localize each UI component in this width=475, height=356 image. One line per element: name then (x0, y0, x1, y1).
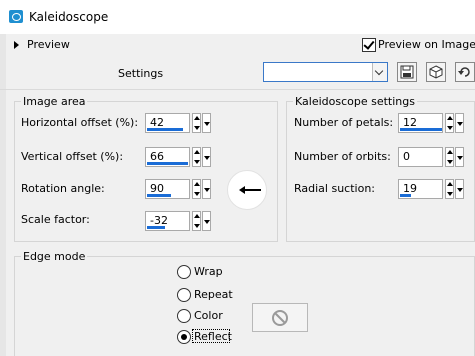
number-of-orbits-stepper[interactable] (445, 147, 454, 167)
image-area-title: Image area (21, 95, 88, 108)
cube-icon (429, 65, 443, 79)
kaleidoscope-settings-title: Kaleidoscope settings (293, 95, 417, 108)
radial-suction-label: Radial suction: (294, 182, 376, 195)
vertical-offset-dropdown[interactable] (202, 147, 211, 167)
reset-arrow-icon (458, 67, 470, 77)
horizontal-offset-label: Horizontal offset (%): (21, 116, 139, 129)
radio-wrap[interactable] (177, 265, 191, 279)
radial-suction-level (400, 194, 411, 197)
rotation-angle-stepper[interactable] (192, 179, 201, 199)
scale-factor-stepper[interactable] (192, 211, 201, 231)
scale-factor-level (147, 226, 165, 229)
save-preset-button[interactable] (397, 62, 417, 82)
edge-color-swatch (252, 303, 308, 332)
radio-color-label[interactable]: Color (194, 309, 223, 322)
preview-label: Preview (27, 38, 70, 51)
radial-suction-dropdown[interactable] (455, 179, 464, 199)
number-of-petals-label: Number of petals: (294, 116, 394, 129)
number-of-petals-level (400, 128, 442, 131)
scale-factor-label: Scale factor: (21, 213, 90, 226)
number-of-orbits-dropdown[interactable] (455, 147, 464, 167)
rotation-angle-dial[interactable] (227, 170, 267, 210)
kaleidoscope-app-icon (9, 10, 23, 23)
left-edge (0, 34, 6, 356)
number-of-orbits-input[interactable]: 0 (398, 147, 443, 167)
horizontal-offset-input[interactable]: 42 (145, 113, 190, 133)
settings-label: Settings (118, 67, 164, 80)
edge-mode-group: Edge mode (14, 250, 475, 356)
vertical-offset-spin[interactable]: 66 (145, 147, 213, 167)
radio-color[interactable] (177, 309, 191, 323)
vertical-offset-level (147, 162, 188, 165)
title-bar: Kaleidoscope (0, 0, 475, 34)
number-of-petals-dropdown[interactable] (455, 113, 464, 133)
radial-suction-spin[interactable]: 19 (398, 179, 466, 199)
rotation-angle-input[interactable]: 90 (145, 179, 190, 199)
no-sign-icon (272, 310, 288, 326)
preset-button[interactable] (426, 62, 446, 82)
radio-reflect[interactable] (177, 330, 191, 344)
scale-factor-input[interactable]: -32 (145, 211, 190, 231)
expand-triangle-icon (14, 41, 19, 49)
vertical-offset-stepper[interactable] (192, 147, 201, 167)
rotation-angle-level (147, 194, 171, 197)
vertical-offset-label: Vertical offset (%): (21, 150, 124, 163)
horizontal-offset-dropdown[interactable] (202, 113, 211, 133)
scale-factor-dropdown[interactable] (202, 211, 211, 231)
radio-reflect-label[interactable]: Reflect (194, 330, 232, 343)
settings-combo[interactable] (263, 62, 388, 82)
edge-mode-title: Edge mode (21, 250, 88, 263)
rotation-angle-label: Rotation angle: (21, 182, 105, 195)
number-of-orbits-label: Number of orbits: (294, 150, 391, 163)
radio-repeat-label[interactable]: Repeat (194, 288, 233, 301)
header-separator (0, 89, 475, 90)
horizontal-offset-spin[interactable]: 42 (145, 113, 213, 133)
reset-button[interactable] (455, 62, 475, 82)
radial-suction-input[interactable]: 19 (398, 179, 443, 199)
floppy-disk-icon (400, 65, 414, 79)
number-of-petals-spin[interactable]: 12 (398, 113, 466, 133)
number-of-petals-input[interactable]: 12 (398, 113, 443, 133)
dial-arrow-icon (239, 186, 261, 194)
radial-suction-stepper[interactable] (445, 179, 454, 199)
scale-factor-spin[interactable]: -32 (145, 211, 213, 231)
horizontal-offset-stepper[interactable] (192, 113, 201, 133)
preview-on-image-label[interactable]: Preview on Image (378, 38, 475, 51)
window-title: Kaleidoscope (29, 10, 109, 24)
number-of-petals-stepper[interactable] (445, 113, 454, 133)
rotation-angle-dropdown[interactable] (202, 179, 211, 199)
horizontal-offset-level (147, 128, 183, 131)
radio-repeat[interactable] (177, 288, 191, 302)
vertical-offset-input[interactable]: 66 (145, 147, 190, 167)
radio-wrap-label[interactable]: Wrap (194, 265, 223, 278)
rotation-angle-spin[interactable]: 90 (145, 179, 213, 199)
number-of-orbits-spin[interactable]: 0 (398, 147, 466, 167)
preview-on-image-checkbox[interactable] (362, 38, 376, 52)
chevron-down-icon[interactable] (372, 63, 387, 81)
